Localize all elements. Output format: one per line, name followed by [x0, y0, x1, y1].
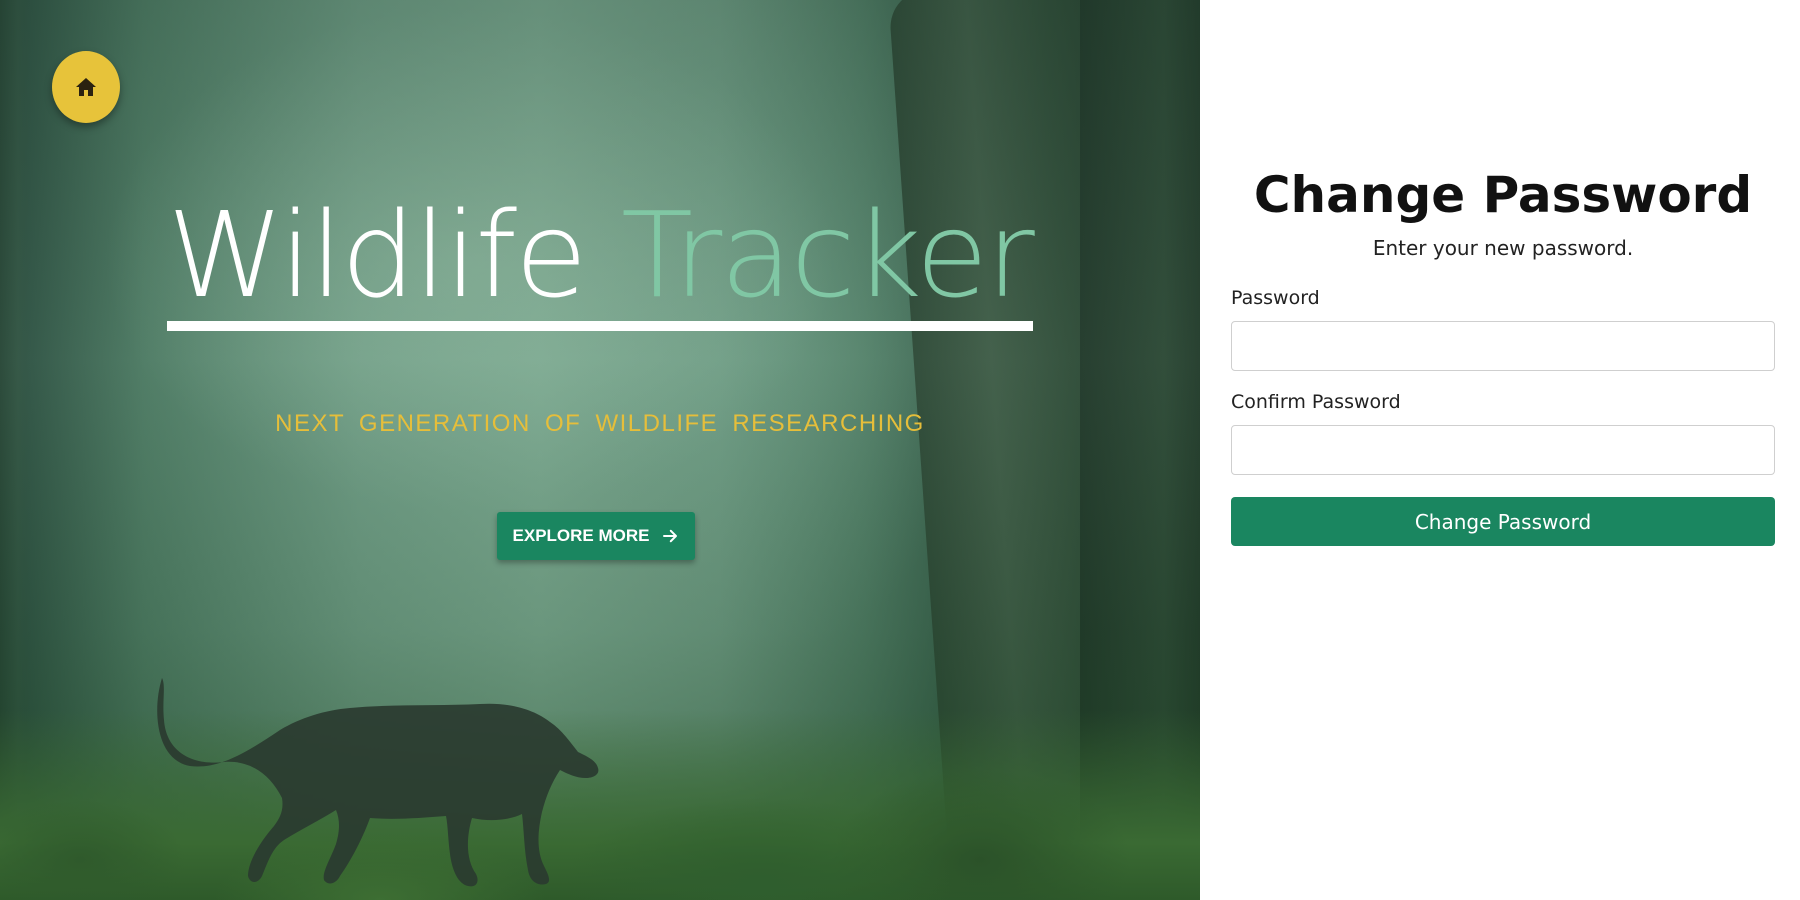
- change-password-form: Change Password Enter your new password.…: [1231, 160, 1775, 546]
- password-label: Password: [1231, 287, 1320, 309]
- brand-title-wildlife: Wildlife: [167, 186, 587, 324]
- arrow-right-icon: [663, 529, 678, 543]
- form-subtitle: Enter your new password.: [1372, 236, 1634, 260]
- password-input[interactable]: [1231, 321, 1775, 371]
- brand: Wildlife Tracker: [0, 195, 1200, 331]
- explore-more-label: EXPLORE MORE: [512, 526, 650, 545]
- form-title: Change Password: [1253, 166, 1753, 224]
- change-password-button[interactable]: Change Password: [1231, 497, 1775, 546]
- confirm-password-input[interactable]: [1231, 425, 1775, 475]
- page: Wildlife Tracker NEXT GENERATION OF WILD…: [0, 0, 1800, 900]
- change-password-panel: Change Password Enter your new password.…: [1200, 0, 1800, 900]
- brand-title: Wildlife Tracker: [167, 195, 1035, 331]
- home-icon: [76, 78, 96, 96]
- tagline: NEXT GENERATION OF WILDLIFE RESEARCHING: [275, 410, 925, 437]
- confirm-password-label: Confirm Password: [1231, 391, 1401, 413]
- hero-section: Wildlife Tracker NEXT GENERATION OF WILD…: [0, 0, 1200, 900]
- home-button[interactable]: [52, 51, 120, 123]
- panther-silhouette: [157, 678, 599, 887]
- brand-title-tracker: Tracker: [621, 186, 1035, 324]
- explore-more-button[interactable]: EXPLORE MORE: [497, 512, 695, 560]
